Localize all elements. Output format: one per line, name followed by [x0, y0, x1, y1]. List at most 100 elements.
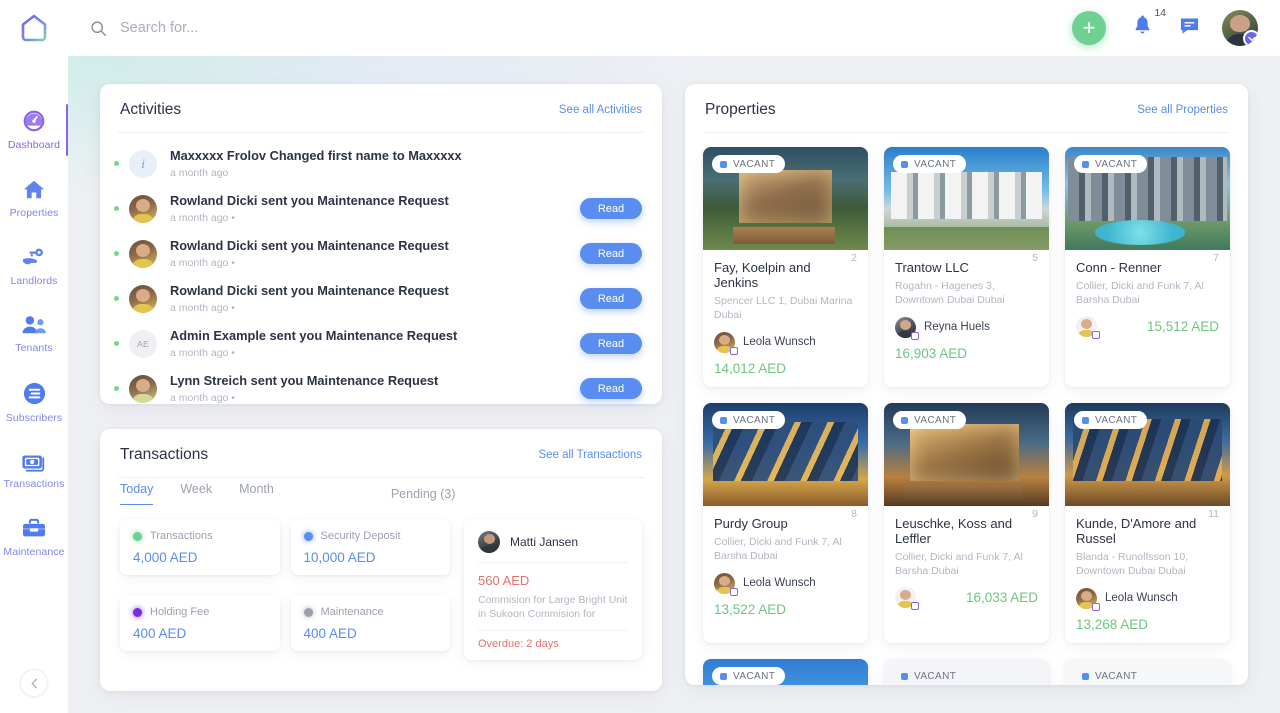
status-text: VACANT	[1095, 158, 1138, 170]
transactions-tabs: Today Week Month	[120, 482, 274, 505]
see-all-properties-link[interactable]: See all Properties	[1137, 104, 1228, 116]
status-badge: VACANT	[893, 155, 967, 173]
unread-dot	[114, 296, 119, 301]
owner-initial: A	[903, 594, 908, 601]
activity-row[interactable]: AE Admin Example sent you Maintenance Re…	[100, 321, 662, 366]
tab-today[interactable]: Today	[120, 482, 154, 505]
property-address: Blanda - Runolfsson 10, Downtown Dubai D…	[1076, 551, 1189, 577]
sidebar-label-maintenance: Maintenance	[3, 546, 65, 558]
owner-name: Leola Wunsch	[743, 336, 816, 348]
property-card[interactable]: VACANT 11 Kunde, D'Amore and Russel Blan…	[1065, 403, 1230, 643]
sidebar-item-tenants[interactable]: Tenants	[0, 300, 68, 368]
sidebar-item-properties[interactable]: Properties	[0, 164, 68, 232]
tile-value: 4,000 AED	[133, 550, 198, 565]
sidebar-item-landlords[interactable]: Landlords	[0, 232, 68, 300]
property-name: Leuschke, Koss and Leffler	[895, 516, 1013, 546]
transaction-tile[interactable]: Holding Fee 400 AED	[120, 595, 280, 651]
sidebar-item-dashboard[interactable]: Dashboard	[0, 96, 68, 164]
property-card[interactable]: VACANT	[1065, 659, 1230, 685]
activity-row[interactable]: i Maxxxxx Frolov Changed first name to M…	[100, 141, 662, 186]
owner-avatar	[714, 572, 738, 596]
property-number: 8	[851, 508, 857, 520]
status-dot-icon	[901, 160, 908, 168]
activities-header: Activities See all Activities	[100, 84, 662, 132]
owner-avatar	[714, 331, 738, 355]
status-text: VACANT	[733, 158, 776, 170]
activity-time: a month ago •	[170, 257, 235, 269]
property-card[interactable]: VACANT 9 Leuschke, Koss and Leffler Coll…	[884, 403, 1049, 643]
pending-avatar	[478, 531, 500, 553]
property-owner: Leola Wunsch	[1076, 587, 1219, 611]
read-button[interactable]: Read	[580, 198, 642, 219]
activity-row[interactable]: Rowland Dicki sent you Maintenance Reque…	[100, 186, 662, 231]
read-button[interactable]: Read	[580, 333, 642, 354]
search-input[interactable]	[120, 20, 450, 36]
user-avatar[interactable]	[1222, 10, 1258, 46]
property-owner: Reyna Huels	[895, 316, 1038, 340]
transaction-tile[interactable]: Maintenance 400 AED	[290, 595, 450, 651]
owner-name: Leola Wunsch	[743, 577, 816, 589]
status-text: VACANT	[733, 670, 776, 682]
property-address: Spencer LLC 1, Dubai Marina Dubai	[714, 295, 853, 321]
tab-week[interactable]: Week	[180, 482, 212, 505]
property-card[interactable]: VACANT 8 Purdy Group Collier, Dicki and …	[703, 403, 868, 643]
status-dot-icon	[720, 160, 727, 168]
property-card[interactable]: VACANT	[703, 659, 868, 685]
avatar-initials-text: AE	[137, 338, 149, 349]
transactions-card: Transactions See all Transactions Today …	[100, 429, 662, 691]
status-badge: VACANT	[893, 411, 967, 429]
property-owner: Leola Wunsch	[714, 572, 857, 596]
owner-avatar: A	[895, 587, 919, 610]
pending-transaction-card[interactable]: Matti Jansen 560 AED Commision for Large…	[464, 519, 642, 660]
messages-button[interactable]	[1179, 16, 1200, 41]
property-image: VACANT	[703, 659, 868, 685]
see-all-activities-link[interactable]: See all Activities	[559, 104, 642, 116]
activity-time: a month ago •	[170, 212, 235, 224]
sidebar-collapse-button[interactable]	[20, 669, 48, 697]
property-image: VACANT	[884, 659, 1049, 685]
property-card[interactable]: VACANT 2 Fay, Koelpin and Jenkins Spence…	[703, 147, 868, 387]
property-number: 9	[1032, 508, 1038, 520]
property-card[interactable]: VACANT	[884, 659, 1049, 685]
sidebar-item-transactions[interactable]: Transactions	[0, 436, 68, 504]
search-area[interactable]	[90, 20, 1072, 37]
notification-count-badge: 14	[1154, 6, 1166, 19]
property-name: Trantow LLC	[895, 260, 969, 275]
transaction-tiles: Transactions 4,000 AED Security Deposit …	[120, 519, 450, 660]
add-button[interactable]: +	[1072, 11, 1106, 45]
property-number: 5	[1032, 252, 1038, 264]
sidebar-item-maintenance[interactable]: Maintenance	[0, 504, 68, 572]
dashboard-gauge-icon	[23, 110, 45, 132]
app-logo[interactable]	[0, 13, 68, 43]
owner-initial: A	[1084, 323, 1089, 330]
transactions-tab-row: Today Week Month Pending (3)	[100, 478, 662, 505]
chat-icon	[1180, 17, 1199, 34]
property-image: VACANT	[1065, 659, 1230, 685]
read-button[interactable]: Read	[580, 378, 642, 399]
plus-icon: +	[1082, 15, 1096, 40]
verified-badge-icon	[911, 331, 919, 340]
activity-row[interactable]: Rowland Dicki sent you Maintenance Reque…	[100, 276, 662, 321]
read-button[interactable]: Read	[580, 288, 642, 309]
read-button[interactable]: Read	[580, 243, 642, 264]
pending-divider-bottom	[478, 630, 628, 631]
property-card[interactable]: VACANT 7 Conn - Renner Collier, Dicki an…	[1065, 147, 1230, 387]
transaction-tile[interactable]: Transactions 4,000 AED	[120, 519, 280, 575]
transaction-tile[interactable]: Security Deposit 10,000 AED	[290, 519, 450, 575]
activity-row[interactable]: Rowland Dicki sent you Maintenance Reque…	[100, 231, 662, 276]
see-all-transactions-link[interactable]: See all Transactions	[538, 449, 642, 461]
activity-avatar-initials: AE	[129, 329, 157, 358]
sidebar-item-subscribers[interactable]: Subscribers	[0, 368, 68, 436]
pending-label: Pending (3)	[390, 486, 456, 501]
notifications-button[interactable]: 14	[1128, 7, 1166, 42]
activity-row[interactable]: Lynn Streich sent you Maintenance Reques…	[100, 366, 662, 411]
activities-card: Activities See all Activities i Maxxxxx …	[100, 84, 662, 404]
tab-month[interactable]: Month	[239, 482, 274, 505]
status-dot	[303, 531, 313, 541]
avatar-chevron-down-icon	[1243, 30, 1258, 46]
verified-badge-icon	[730, 587, 738, 596]
main-content: Activities See all Activities i Maxxxxx …	[68, 56, 1280, 713]
property-card[interactable]: VACANT 5 Trantow LLC Rogahn - Hagenes 3,…	[884, 147, 1049, 387]
property-price: 13,522 AED	[714, 602, 787, 617]
status-text: VACANT	[733, 414, 776, 426]
